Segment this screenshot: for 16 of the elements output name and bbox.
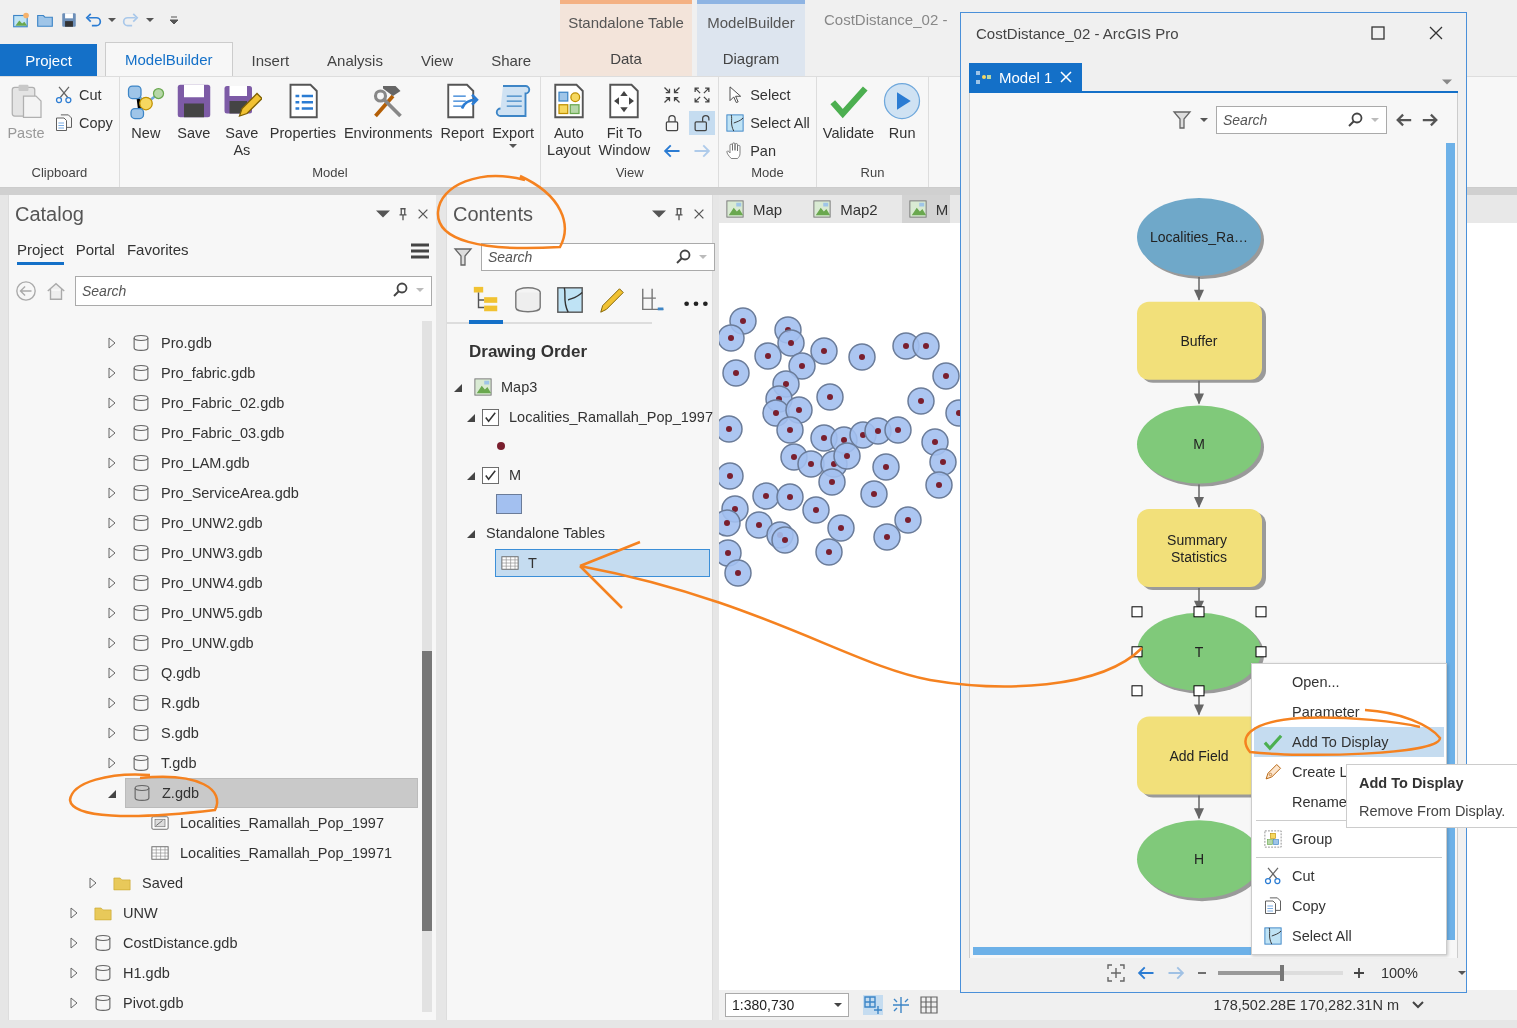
- contextual-tab-header: Standalone Table: [560, 0, 692, 40]
- group-label: Model: [311, 165, 349, 182]
- group-label: Run: [859, 165, 886, 182]
- tooltip-text: Remove From Display.: [1359, 803, 1507, 819]
- group-label: Clipboard: [30, 165, 89, 182]
- zoom-level: 100%: [1380, 965, 1418, 981]
- group-label: Mode: [750, 165, 785, 182]
- window-title: CostDistance_02 - ArcGIS Pro: [976, 24, 1179, 42]
- tooltip-title: Add To Display: [1359, 775, 1465, 791]
- pane-title: Catalog: [15, 202, 84, 226]
- pane-title: Contents: [453, 202, 534, 226]
- window-title: CostDistance_02 -: [824, 11, 948, 30]
- coordinates-readout: 178,502.28E 170,282.31N m: [1213, 997, 1399, 1013]
- group-label: View: [614, 165, 645, 182]
- contextual-tab-header: ModelBuilder: [697, 0, 805, 40]
- section-heading: Drawing Order: [468, 341, 589, 363]
